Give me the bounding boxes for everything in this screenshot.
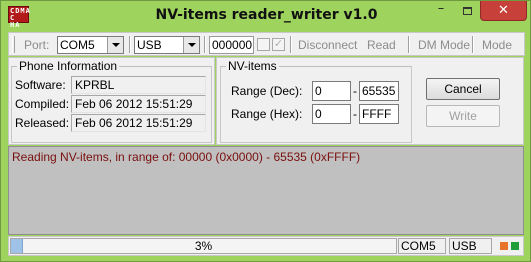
- read-button[interactable]: Read: [367, 36, 396, 54]
- compiled-label: Compiled:: [15, 97, 70, 111]
- minimize-icon: –: [437, 1, 445, 16]
- compiled-value: Feb 06 2012 15:51:29: [71, 95, 206, 113]
- range-dec-separator: -: [353, 84, 357, 98]
- released-value: Feb 06 2012 15:51:29: [71, 114, 206, 132]
- released-label: Released:: [15, 116, 70, 130]
- maximize-button[interactable]: [454, 1, 480, 21]
- option-checkbox-1[interactable]: [257, 38, 270, 51]
- toolbar: Port: COM5 USB 000000 ✓ Disconnect Read …: [8, 32, 525, 56]
- activity-led-icon: [500, 242, 508, 250]
- option-checkbox-2[interactable]: ✓: [272, 38, 285, 51]
- phone-info-title: Phone Information: [17, 59, 120, 73]
- connection-led-icon: [511, 242, 519, 250]
- range-dec-label: Range (Dec):: [231, 84, 303, 98]
- range-dec-to-input[interactable]: 65535: [359, 81, 399, 101]
- chevron-down-icon[interactable]: [183, 37, 199, 53]
- progress-text: 3%: [194, 239, 213, 253]
- nv-items-panel: NV-items Range (Dec): 0 - 65535 Range (H…: [216, 57, 524, 145]
- toolbar-separator: [408, 36, 410, 53]
- range-hex-label: Range (Hex):: [231, 107, 303, 121]
- software-value: KPRBL: [71, 76, 206, 94]
- toolbar-separator: [472, 36, 474, 53]
- status-connection: USB: [449, 238, 492, 254]
- app-window: CDMA C HA NV-items reader_writer v1.0 – …: [0, 0, 531, 262]
- close-icon: ✕: [498, 3, 509, 18]
- status-bar: 3% COM5 USB: [8, 236, 524, 256]
- port-select[interactable]: COM5: [57, 36, 124, 54]
- range-hex-to-input[interactable]: FFFF: [359, 104, 399, 124]
- phone-info-panel: Phone Information Software: KPRBL Compil…: [8, 57, 215, 145]
- status-port: COM5: [398, 238, 446, 254]
- minimize-button[interactable]: –: [428, 1, 454, 21]
- toolbar-grip[interactable]: [12, 36, 15, 53]
- toolbar-separator: [129, 36, 131, 53]
- software-label: Software:: [15, 78, 66, 92]
- port-select-value: COM5: [60, 38, 95, 52]
- log-line: Reading NV-items, in range of: 00000 (0x…: [12, 150, 361, 164]
- toolbar-separator: [204, 36, 206, 53]
- dm-mode-button[interactable]: DM Mode: [418, 36, 470, 54]
- range-hex-separator: -: [353, 107, 357, 121]
- maximize-icon: [462, 7, 472, 15]
- connection-select[interactable]: USB: [134, 36, 200, 54]
- disconnect-button[interactable]: Disconnect: [298, 36, 357, 54]
- write-button[interactable]: Write: [426, 105, 500, 127]
- title-bar[interactable]: CDMA C HA NV-items reader_writer v1.0 – …: [1, 1, 531, 31]
- toolbar-separator: [290, 36, 292, 53]
- spc-code-input[interactable]: 000000: [209, 36, 254, 54]
- progress-bar: 3%: [10, 238, 397, 254]
- port-label: Port:: [24, 38, 50, 52]
- mode-button[interactable]: Mode: [482, 36, 512, 54]
- cancel-button[interactable]: Cancel: [426, 78, 500, 100]
- connection-select-value: USB: [137, 38, 162, 52]
- log-output[interactable]: Reading NV-items, in range of: 00000 (0x…: [8, 146, 524, 235]
- range-hex-from-input[interactable]: 0: [312, 104, 351, 124]
- range-dec-from-input[interactable]: 0: [312, 81, 351, 101]
- nv-items-title: NV-items: [226, 59, 279, 73]
- close-button[interactable]: ✕: [480, 1, 527, 21]
- chevron-down-icon[interactable]: [107, 37, 123, 53]
